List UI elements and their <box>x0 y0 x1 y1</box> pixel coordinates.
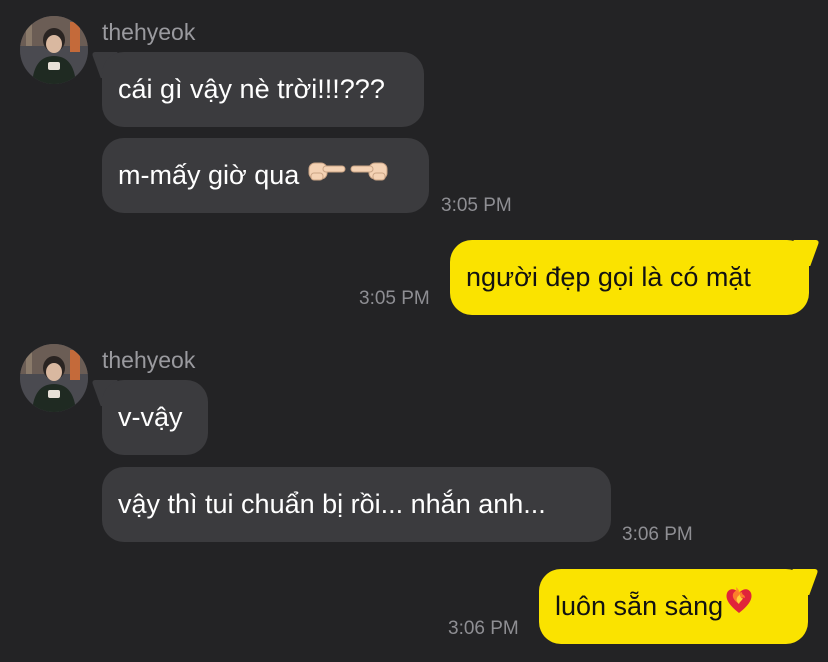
message-bubble[interactable]: m-mấy giờ qua <box>102 138 429 213</box>
sender-name: thehyeok <box>102 19 196 45</box>
message-bubble[interactable]: luôn sẵn sàng <box>539 569 808 644</box>
message-text: m-mấy giờ qua <box>118 160 307 190</box>
sender-avatar[interactable] <box>20 16 88 84</box>
message-text: người đẹp gọi là có mặt <box>466 262 751 292</box>
user-avatar-icon <box>20 16 88 84</box>
message-text: cái gì vậy nè trời!!!??? <box>118 74 385 104</box>
sender-name: thehyeok <box>102 347 196 373</box>
message-bubble[interactable]: v-vậy <box>102 380 208 455</box>
message-timestamp: 3:06 PM <box>622 524 693 545</box>
user-avatar-icon <box>20 344 88 412</box>
heart-on-fire-icon <box>723 570 755 645</box>
message-bubble[interactable]: người đẹp gọi là có mặt <box>450 240 809 315</box>
message-text: luôn sẵn sàng <box>555 591 724 621</box>
message-timestamp: 3:06 PM <box>448 618 519 639</box>
message-bubble[interactable]: cái gì vậy nè trời!!!??? <box>102 52 424 127</box>
message-timestamp: 3:05 PM <box>359 288 430 309</box>
message-text: v-vậy <box>118 402 183 432</box>
message-timestamp: 3:05 PM <box>441 195 512 216</box>
message-text: vậy thì tui chuẩn bị rồi... nhắn anh... <box>118 489 546 519</box>
message-bubble[interactable]: vậy thì tui chuẩn bị rồi... nhắn anh... <box>102 467 611 542</box>
sender-avatar[interactable] <box>20 344 88 412</box>
pointing-fingers-icon <box>307 139 391 214</box>
